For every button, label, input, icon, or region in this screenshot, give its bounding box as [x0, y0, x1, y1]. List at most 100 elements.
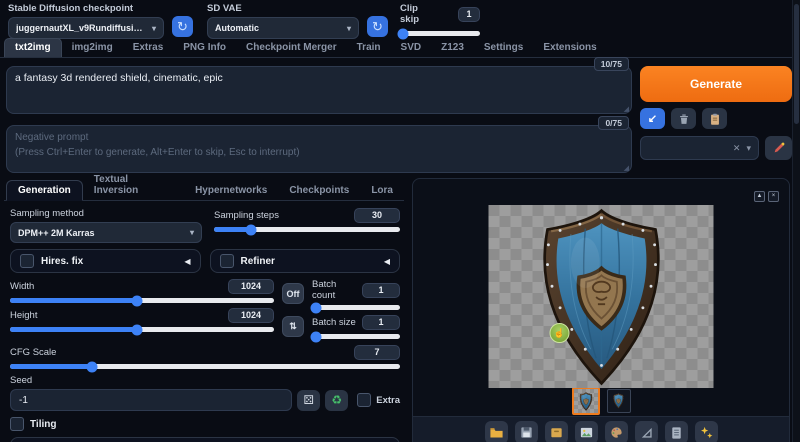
read-generation-params-button[interactable]: ↙ — [640, 108, 665, 129]
refiner-checkbox[interactable] — [219, 254, 234, 268]
extra-seed-label: Extra — [376, 394, 400, 406]
sampling-steps-label: Sampling steps — [214, 210, 279, 221]
refresh-checkpoint-button[interactable]: ↻ — [172, 16, 193, 37]
sampling-method-label: Sampling method — [10, 208, 84, 219]
dice-icon: ⚄ — [303, 393, 314, 407]
resize-handle-icon[interactable]: ◢ — [624, 105, 629, 113]
recycle-icon: ♻ — [331, 393, 343, 407]
width-value[interactable]: 1024 — [228, 279, 274, 294]
save-image-button[interactable] — [514, 421, 538, 442]
tab-textual-inversion[interactable]: Textual Inversion — [83, 170, 184, 200]
tab-svd[interactable]: SVD — [391, 39, 432, 57]
width-slider[interactable] — [10, 295, 274, 306]
tiling-checkbox[interactable] — [10, 417, 24, 431]
tab-generation[interactable]: Generation — [6, 180, 83, 201]
send-to-inpaint-button[interactable] — [604, 421, 628, 442]
result-panel: ▲ × ☝ — [412, 178, 790, 442]
tab-extensions[interactable]: Extensions — [533, 39, 606, 57]
image-info-button[interactable] — [664, 421, 688, 442]
reuse-seed-button[interactable]: ♻ — [325, 389, 349, 411]
slider-knob[interactable] — [397, 28, 409, 39]
tab-checkpoint-merger[interactable]: Checkpoint Merger — [236, 39, 347, 57]
tab-train[interactable]: Train — [347, 39, 391, 57]
styles-dropdown[interactable]: ✕ ▾ — [640, 136, 759, 160]
tab-png-info[interactable]: PNG Info — [173, 39, 236, 57]
clear-prompt-button[interactable] — [671, 108, 696, 129]
settings-column: Generation Textual Inversion Hypernetwor… — [4, 174, 404, 442]
vae-dropdown[interactable]: Automatic ▾ — [207, 17, 359, 39]
collapse-left-icon: ◀ — [383, 256, 390, 266]
scrollbar-thumb[interactable] — [794, 4, 799, 124]
tab-lora[interactable]: Lora — [360, 181, 404, 200]
extra-networks-button[interactable] — [702, 108, 727, 129]
magic-upscale-button[interactable] — [694, 421, 718, 442]
height-value[interactable]: 1024 — [228, 308, 274, 323]
slider-knob[interactable] — [131, 324, 143, 335]
thumbnail-selected[interactable] — [571, 387, 600, 415]
random-seed-button[interactable]: ⚄ — [297, 389, 321, 411]
tab-checkpoints[interactable]: Checkpoints — [278, 181, 360, 200]
main-tab-bar: txt2img img2img Extras PNG Info Checkpoi… — [0, 38, 800, 58]
swap-dimensions-button[interactable]: ⇅ — [282, 316, 304, 337]
prompt-section: 10/75 a fantasy 3d rendered shield, cine… — [0, 57, 800, 173]
refresh-vae-button[interactable]: ↻ — [367, 16, 388, 37]
sampling-method-dropdown[interactable]: DPM++ 2M Karras ▾ — [10, 222, 202, 243]
batch-count-value[interactable]: 1 — [362, 282, 400, 298]
hires-fix-accordion[interactable]: Hires. fix ◀ — [10, 249, 201, 273]
swap-icon: ⇅ — [289, 321, 297, 331]
sampling-steps-slider[interactable] — [214, 224, 400, 235]
aspect-ratio-off-button[interactable]: Off — [282, 283, 304, 304]
seed-input[interactable] — [10, 389, 293, 411]
tab-z123[interactable]: Z123 — [431, 39, 474, 57]
send-to-img2img-button[interactable] — [574, 421, 598, 442]
checkpoint-value: juggernautXL_v9Rundiffusionphoto2.safete… — [16, 23, 146, 33]
negative-prompt-input[interactable]: 0/75 Negative prompt (Press Ctrl+Enter t… — [6, 116, 632, 173]
generated-image[interactable]: ☝ — [488, 205, 714, 388]
shield-thumb — [578, 392, 594, 411]
generate-button[interactable]: Generate — [640, 66, 792, 102]
tab-img2img[interactable]: img2img — [62, 39, 123, 57]
hires-fix-checkbox[interactable] — [20, 254, 34, 268]
cfg-scale-slider[interactable] — [10, 361, 400, 372]
batch-size-slider[interactable] — [310, 331, 400, 342]
tab-extras[interactable]: Extras — [123, 39, 174, 57]
shield-image — [526, 207, 676, 387]
slider-knob[interactable] — [86, 361, 98, 372]
cfg-scale-value[interactable]: 7 — [354, 345, 400, 360]
batch-size-value[interactable]: 1 — [362, 315, 400, 330]
slider-knob[interactable] — [310, 331, 322, 342]
open-folder-button[interactable] — [484, 421, 508, 442]
resize-handle-icon[interactable]: ◢ — [624, 164, 629, 172]
page-scrollbar[interactable] — [792, 0, 800, 442]
clear-styles-icon[interactable]: ✕ — [733, 143, 741, 154]
tab-hypernetworks[interactable]: Hypernetworks — [184, 181, 278, 200]
slider-knob[interactable] — [131, 295, 143, 306]
palette-icon — [610, 427, 622, 438]
save-zip-button[interactable] — [544, 421, 568, 442]
tab-settings[interactable]: Settings — [474, 39, 533, 57]
height-label: Height — [10, 310, 38, 321]
thumbnail-2[interactable] — [606, 389, 631, 413]
fullscreen-button[interactable]: ▲ — [754, 191, 765, 202]
prompt-text: a fantasy 3d rendered shield, cinematic,… — [15, 72, 223, 84]
prompt-input[interactable]: 10/75 a fantasy 3d rendered shield, cine… — [6, 57, 632, 114]
clip-skip-slider[interactable] — [397, 28, 480, 39]
sdxl-styles-accordion[interactable]: SDXL Styles ◀ — [10, 437, 400, 442]
height-slider[interactable] — [10, 324, 274, 335]
slider-knob[interactable] — [310, 302, 322, 313]
extra-seed-checkbox[interactable] — [357, 393, 372, 407]
seed-label: Seed — [10, 375, 33, 386]
checkpoint-dropdown[interactable]: juggernautXL_v9Rundiffusionphoto2.safete… — [8, 17, 164, 39]
sampling-steps-value[interactable]: 30 — [354, 208, 400, 223]
edit-styles-button[interactable] — [765, 136, 792, 160]
prompt-token-counter: 10/75 — [593, 57, 629, 71]
output-column: ▲ × ☝ — [412, 178, 790, 442]
batch-count-slider[interactable] — [310, 302, 400, 313]
slider-knob[interactable] — [245, 224, 257, 235]
send-to-extras-button[interactable] — [634, 421, 658, 442]
close-icon: × — [771, 193, 776, 199]
clip-skip-value[interactable]: 1 — [457, 6, 480, 22]
refiner-accordion[interactable]: Refiner ◀ — [209, 249, 400, 273]
tab-txt2img[interactable]: txt2img — [4, 38, 62, 57]
close-image-button[interactable]: × — [768, 191, 779, 202]
